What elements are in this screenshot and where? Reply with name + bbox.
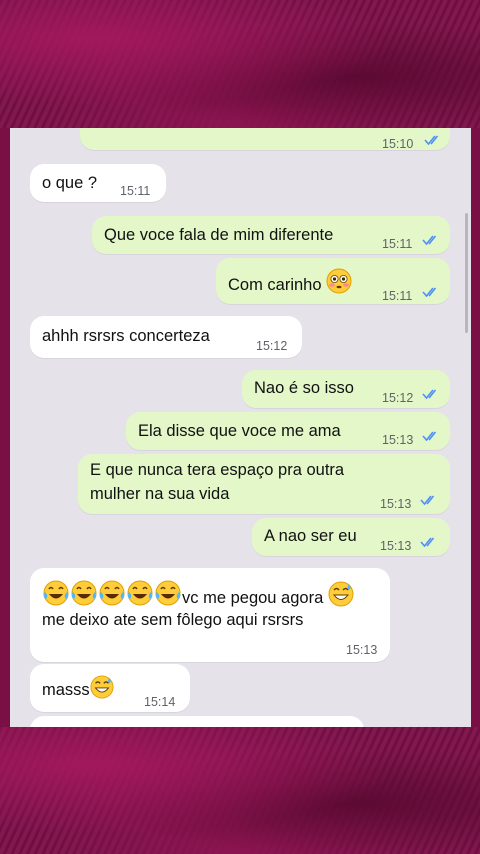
grinning-sweat-emoji-icon bbox=[328, 581, 354, 607]
message-time: 15:14 bbox=[144, 695, 176, 709]
message-outgoing[interactable]: pensativa 15:10 bbox=[80, 128, 450, 151]
message-text: ahhh rsrsrs concerteza bbox=[42, 327, 210, 345]
grinning-sweat-emoji-icon bbox=[90, 675, 114, 699]
message-time: 15:10 bbox=[382, 137, 414, 151]
message-outgoing[interactable]: Ela disse que voce me ama 15:13 bbox=[126, 412, 450, 450]
read-ticks-icon bbox=[420, 495, 435, 506]
chat-screen[interactable]: pensativa 15:10 o que ? 15:11 Que voce f… bbox=[10, 128, 471, 727]
message-incoming[interactable]: o que ? 15:11 bbox=[30, 164, 166, 202]
message-time: 15:11 bbox=[382, 237, 413, 251]
message-outgoing[interactable]: E que nunca tera espaço pra outra mulher… bbox=[78, 454, 450, 514]
read-ticks-icon bbox=[422, 287, 437, 298]
read-ticks-icon bbox=[420, 537, 435, 548]
message-time: 15:13 bbox=[382, 433, 414, 447]
message-text: E que nunca tera espaço pra outra bbox=[90, 461, 345, 479]
message-outgoing[interactable]: Nao é so isso 15:12 bbox=[242, 370, 450, 408]
read-ticks-icon bbox=[424, 135, 439, 146]
message-text: o que ? bbox=[42, 174, 98, 192]
message-time: 15:12 bbox=[382, 391, 414, 405]
message-outgoing[interactable]: Que voce fala de mim diferente 15:11 bbox=[92, 216, 450, 254]
read-ticks-icon bbox=[422, 389, 437, 400]
message-time: 15:13 bbox=[380, 539, 412, 553]
message-outgoing[interactable]: Com carinho 15:11 bbox=[216, 258, 450, 304]
message-incoming[interactable]: vc me pegou agora me deixo ate sem fôleg… bbox=[30, 568, 390, 662]
message-incoming[interactable]: ahhh rsrsrs concerteza 15:12 bbox=[30, 316, 302, 358]
flushed-face-emoji-icon bbox=[326, 268, 352, 294]
read-ticks-icon bbox=[422, 235, 437, 246]
message-text: masss bbox=[42, 675, 114, 702]
message-text: A nao ser eu bbox=[264, 527, 357, 545]
message-outgoing[interactable]: A nao ser eu 15:13 bbox=[252, 518, 450, 556]
message-time: 15:12 bbox=[256, 339, 288, 353]
message-incoming-partial[interactable] bbox=[30, 716, 364, 727]
message-time: 15:13 bbox=[346, 643, 378, 657]
message-text: vc me pegou agora bbox=[42, 579, 354, 610]
message-time: 15:13 bbox=[380, 497, 412, 511]
message-text: pensativa bbox=[92, 128, 163, 131]
message-text: Ela disse que voce me ama bbox=[138, 422, 341, 440]
message-incoming[interactable]: masss 15:14 bbox=[30, 664, 190, 712]
message-time: 15:11 bbox=[120, 184, 151, 198]
tears-of-joy-emoji-icon bbox=[43, 580, 181, 606]
message-time: 15:11 bbox=[382, 289, 413, 303]
message-text: Com carinho bbox=[228, 268, 352, 297]
decorative-frame-bottom bbox=[0, 727, 480, 854]
read-ticks-icon bbox=[422, 431, 437, 442]
message-text-line2: me deixo ate sem fôlego aqui rsrsrs bbox=[42, 611, 304, 629]
message-text-line2: mulher na sua vida bbox=[90, 485, 230, 503]
message-text: Nao é so isso bbox=[254, 379, 354, 397]
message-text: Que voce fala de mim diferente bbox=[104, 226, 334, 244]
decorative-frame-top bbox=[0, 0, 480, 128]
scrollbar[interactable] bbox=[465, 213, 468, 333]
